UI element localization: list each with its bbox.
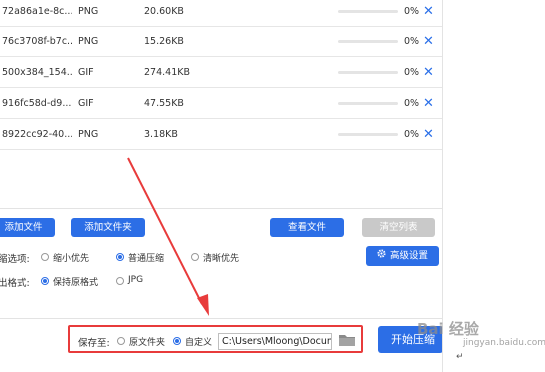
option-jpg[interactable]: JPG bbox=[128, 275, 143, 285]
option-clarity-first[interactable]: 清晰优先 bbox=[203, 251, 239, 264]
compress-options-label: 缩选项: bbox=[0, 254, 30, 265]
radio-normal-compress[interactable] bbox=[116, 253, 124, 261]
watermark-logo: Bai 经验 bbox=[417, 320, 479, 338]
clear-list-button[interactable]: 清空列表 bbox=[362, 218, 435, 237]
file-format: PNG bbox=[78, 129, 99, 140]
radio-smaller-first[interactable] bbox=[41, 253, 49, 261]
add-folder-button[interactable]: 添加文件夹 bbox=[71, 218, 145, 237]
file-format: GIF bbox=[78, 67, 94, 78]
file-row[interactable]: 916fc58d-d9... GIF 47.55KB 0% ✕ bbox=[0, 90, 443, 119]
file-progress-percent: 0% bbox=[404, 98, 420, 109]
file-format: GIF bbox=[78, 98, 94, 109]
file-name: 8922cc92-40... bbox=[2, 129, 72, 140]
file-progress-percent: 0% bbox=[404, 36, 420, 47]
compressor-window: 72a86a1e-8c... PNG 20.60KB 0% ✕ 76c3708f-b7c.… bbox=[0, 0, 443, 372]
close-icon[interactable]: ✕ bbox=[423, 121, 434, 148]
file-name: 916fc58d-d9... bbox=[2, 98, 72, 109]
view-files-button[interactable]: 查看文件 bbox=[270, 218, 344, 237]
radio-clarity-first[interactable] bbox=[191, 253, 199, 261]
close-icon[interactable]: ✕ bbox=[423, 28, 434, 55]
file-row[interactable]: 72a86a1e-8c... PNG 20.60KB 0% ✕ bbox=[0, 0, 443, 27]
option-smaller-first[interactable]: 缩小优先 bbox=[53, 251, 89, 264]
progress-bar bbox=[338, 40, 398, 43]
advanced-settings-button[interactable]: 高级设置 bbox=[366, 246, 439, 266]
watermark-url: jingyan.baidu.com bbox=[463, 338, 545, 348]
progress-bar bbox=[338, 71, 398, 74]
save-to-highlight bbox=[68, 325, 363, 353]
option-keep-format[interactable]: 保持原格式 bbox=[53, 275, 98, 288]
progress-bar bbox=[338, 10, 398, 13]
close-icon[interactable]: ✕ bbox=[423, 59, 434, 86]
file-size: 3.18KB bbox=[144, 129, 178, 140]
option-normal-compress[interactable]: 普通压缩 bbox=[128, 251, 164, 264]
advanced-settings-label: 高级设置 bbox=[389, 250, 428, 262]
file-name: 76c3708f-b7c... bbox=[2, 36, 72, 47]
file-size: 20.60KB bbox=[144, 6, 184, 17]
output-format-label: 出格式: bbox=[0, 278, 30, 289]
window-right-edge bbox=[442, 0, 443, 372]
file-name: 500x384_154... bbox=[2, 67, 72, 78]
file-name: 72a86a1e-8c... bbox=[2, 6, 72, 17]
close-icon[interactable]: ✕ bbox=[423, 0, 434, 25]
file-progress-percent: 0% bbox=[404, 129, 420, 140]
progress-bar bbox=[338, 102, 398, 105]
file-progress-percent: 0% bbox=[404, 6, 420, 17]
file-progress-percent: 0% bbox=[404, 67, 420, 78]
add-file-button[interactable]: 添加文件 bbox=[0, 218, 55, 237]
file-size: 15.26KB bbox=[144, 36, 184, 47]
close-icon[interactable]: ✕ bbox=[423, 90, 434, 117]
list-divider bbox=[0, 208, 443, 209]
file-row[interactable]: 8922cc92-40... PNG 3.18KB 0% ✕ bbox=[0, 121, 443, 150]
file-size: 274.41KB bbox=[144, 67, 190, 78]
file-size: 47.55KB bbox=[144, 98, 184, 109]
file-row[interactable]: 500x384_154... GIF 274.41KB 0% ✕ bbox=[0, 59, 443, 88]
radio-keep-format[interactable] bbox=[41, 277, 49, 285]
progress-bar bbox=[338, 133, 398, 136]
gear-icon bbox=[377, 246, 386, 266]
bottom-divider bbox=[0, 318, 443, 319]
file-row[interactable]: 76c3708f-b7c... PNG 15.26KB 0% ✕ bbox=[0, 28, 443, 57]
paragraph-mark-icon: ↵ bbox=[456, 352, 464, 362]
radio-jpg[interactable] bbox=[116, 277, 124, 285]
file-format: PNG bbox=[78, 36, 99, 47]
file-format: PNG bbox=[78, 6, 99, 17]
